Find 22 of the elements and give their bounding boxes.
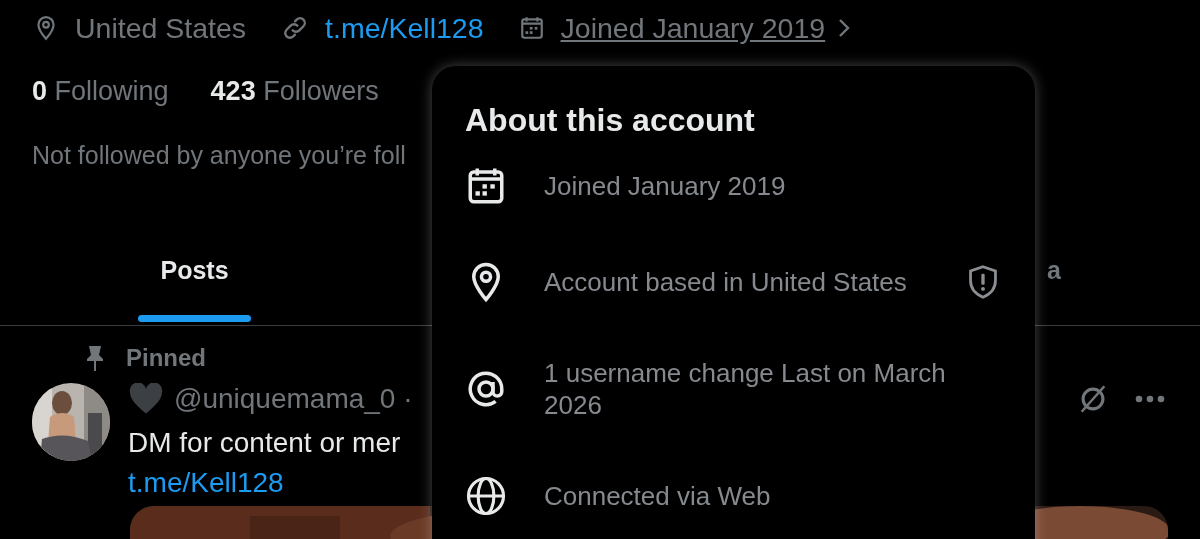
account-info-text: 1 username change Last on March 2026 [544,357,947,421]
popover-title: About this account [465,101,756,138]
username-handle[interactable]: @uniquemama_0 · [174,379,413,419]
following-count[interactable]: 0 Following [32,73,169,109]
followed-by-text: Not followed by anyone you’re foll [31,140,407,171]
heart-icon [128,383,164,415]
pinned-label: Pinned [126,343,206,373]
account-info-text: Account based in United States [544,266,908,298]
account-info-text: Connected via Web [544,480,772,512]
globe-icon [465,475,507,517]
followers-count[interactable]: 423 Followers [210,73,379,109]
location-text: United States [75,11,247,46]
account-info-text: Joined January 2019 [544,170,787,202]
profile-tab[interactable]: Posts [138,178,251,325]
joined-date-link[interactable]: Joined January 2019 [560,10,826,46]
profile-tab[interactable]: a [1033,178,1146,325]
post-link[interactable]: t.me/Kell128 [128,467,284,498]
more-options-icon [1134,394,1166,404]
pin-icon [84,344,106,372]
calendar-icon [518,15,545,41]
post-text: DM for content or mer [128,427,401,458]
profile-link[interactable]: t.me/Kell128 [325,10,484,46]
